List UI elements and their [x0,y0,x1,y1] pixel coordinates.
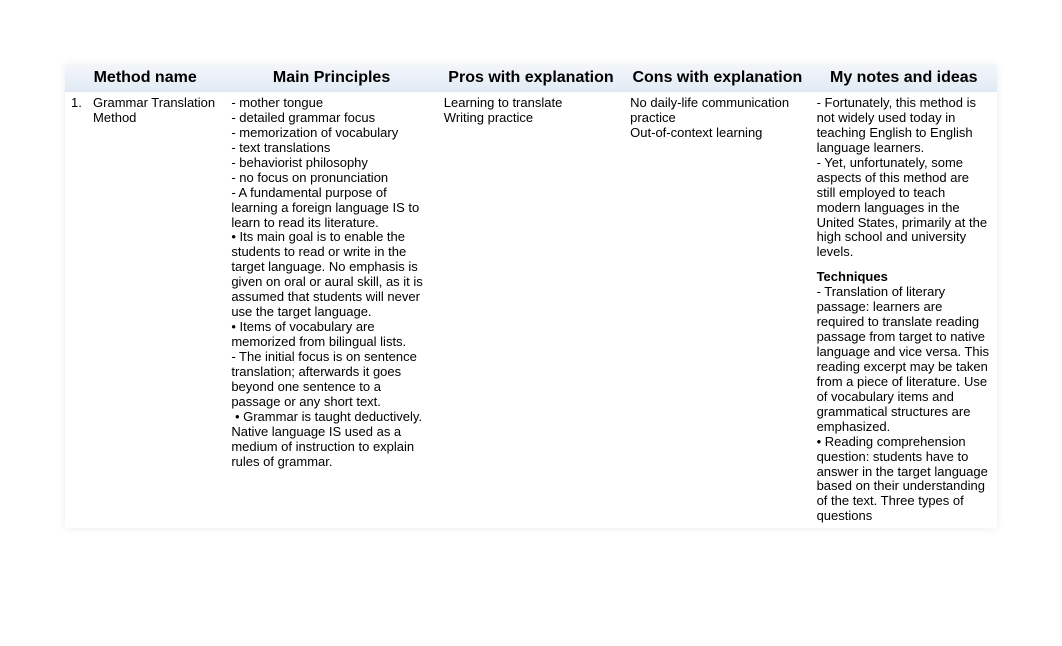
notes-intro-text: - Fortunately, this method is not widely… [817,96,991,260]
notes-heading: Techniques [817,270,991,285]
header-notes: My notes and ideas [811,65,997,92]
pros-text: Learning to translate Writing practice [444,96,618,126]
header-principles: Main Principles [225,65,437,92]
cons-text: No daily-life communication practice Out… [630,96,804,141]
method-name-cell: Grammar Translation Method [87,92,225,529]
table-header-row: Method name Main Principles Pros with ex… [65,65,997,92]
header-method: Method name [65,65,225,92]
method-name-text: Grammar Translation Method [93,96,219,126]
header-pros: Pros with explanation [438,65,624,92]
principles-text: - mother tongue - detailed grammar focus… [231,96,431,469]
notes-cell: - Fortunately, this method is not widely… [811,92,997,529]
row-number: 1. [65,92,87,529]
pros-cell: Learning to translate Writing practice [438,92,624,529]
document-page: Method name Main Principles Pros with ex… [0,0,1062,646]
notes-body-text: - Translation of literary passage: learn… [817,285,991,524]
methods-table: Method name Main Principles Pros with ex… [65,65,997,528]
table-row: 1. Grammar Translation Method - mother t… [65,92,997,529]
header-cons: Cons with explanation [624,65,810,92]
cons-cell: No daily-life communication practice Out… [624,92,810,529]
principles-cell: - mother tongue - detailed grammar focus… [225,92,437,529]
